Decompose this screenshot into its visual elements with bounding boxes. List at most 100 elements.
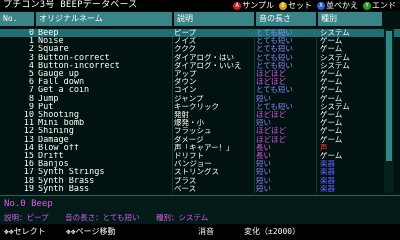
row-number: 0	[28, 29, 34, 38]
row-length: とても短い	[256, 53, 293, 62]
header-category[interactable]: 種別	[318, 12, 382, 26]
header-length[interactable]: 音の長さ	[256, 12, 316, 26]
detail-desc: 説明：ピープ	[4, 213, 49, 222]
row-category: 楽器	[320, 160, 335, 169]
row-number: 17	[23, 168, 34, 177]
table-row[interactable]: 9 Put キークリック とても短い システム	[0, 103, 400, 111]
table-row[interactable]: 17 Synth Strings ストリングス 短い 楽器	[0, 168, 400, 176]
row-desc: ストリングス	[174, 168, 219, 177]
row-category: 楽器	[320, 176, 335, 185]
row-length: ほどほど	[256, 135, 286, 144]
row-category: ゲーム	[320, 45, 343, 54]
table-row[interactable]: 8 Jump ジャンプ 短い ゲーム	[0, 95, 400, 103]
row-category: システム	[320, 29, 350, 37]
row-name: Beep	[38, 29, 59, 38]
header-desc[interactable]: 説明	[174, 12, 254, 26]
row-name: Button-correct	[38, 53, 110, 62]
row-name: Gauge up	[38, 70, 79, 79]
detail-category: 種別：システム	[156, 213, 209, 222]
row-number: 18	[23, 176, 34, 185]
header-no[interactable]: No.	[0, 12, 34, 26]
table-row[interactable]: 18 Synth Brass ブラス 短い 楽器	[0, 177, 400, 185]
row-desc: フラッシュ	[174, 127, 212, 136]
footer-hints: ✥✥セレクト ✥✥ページ移動 消音 変化（±2000）	[0, 224, 400, 240]
table-row[interactable]: 6 Fall down ダウン ほどほど ゲーム	[0, 78, 400, 86]
row-length: 長い	[256, 143, 271, 152]
button-x-icon: X	[317, 1, 325, 10]
table-row[interactable]: 10 Shooting 発射 ほどほど ゲーム	[0, 111, 400, 119]
row-category: 楽器	[320, 184, 335, 193]
row-name: Square	[38, 45, 69, 54]
row-length: ほどほど	[256, 111, 286, 119]
row-desc: ダウン	[174, 78, 197, 87]
row-desc: ピープ	[174, 29, 197, 37]
row-category: ゲーム	[320, 70, 343, 78]
hint-b: B セット	[279, 1, 312, 10]
row-number: 10	[23, 111, 34, 120]
table-row[interactable]: 14 Blow off 声「キャアー！」 長い 声	[0, 144, 400, 152]
table-row[interactable]: 1 Noise ノイズ とても短い ゲーム	[0, 37, 400, 45]
row-length: ほどほど	[256, 78, 286, 87]
row-number: 13	[23, 135, 34, 144]
row-desc: 爆発・小	[174, 119, 204, 128]
row-name: Drift	[38, 152, 64, 161]
row-desc: ベース	[174, 184, 197, 193]
table-row[interactable]: 2 Square ククク とても短い ゲーム	[0, 45, 400, 53]
row-desc: ブラス	[174, 176, 197, 185]
row-desc: ダメージ	[174, 135, 204, 144]
row-length: とても短い	[256, 45, 293, 54]
row-category: システム	[320, 53, 350, 62]
row-category: システム	[320, 61, 350, 70]
detail-info: 説明：ピープ 音の長さ：とても短い 種別：システム	[4, 212, 220, 223]
table-row[interactable]: 4 Button-incorrect ダイアログ・いいえ とても短い システム	[0, 62, 400, 70]
row-name: Noise	[38, 37, 64, 46]
button-b-icon: B	[279, 1, 287, 10]
row-category: ゲーム	[320, 119, 343, 128]
row-desc: バンジョー	[174, 160, 212, 169]
page-hint: ✥✥ページ移動	[66, 227, 116, 236]
row-number: 4	[28, 61, 34, 70]
row-desc: ククク	[174, 45, 196, 54]
table-row[interactable]: 19 Synth Bass ベース 短い 楽器	[0, 185, 400, 193]
table-row[interactable]: 16 Banjos バンジョー 短い 楽器	[0, 160, 400, 168]
mute-hint: 消音	[198, 227, 214, 236]
table-row[interactable]: 7 Get a coin コイン とても短い ゲーム	[0, 86, 400, 94]
row-number: 5	[28, 70, 34, 79]
scrollbar[interactable]	[384, 29, 394, 193]
row-number: 3	[28, 53, 34, 62]
row-number: 1	[28, 37, 34, 46]
table-row[interactable]: 5 Gauge up アップ ほどほど ゲーム	[0, 70, 400, 78]
table-row[interactable]: 15 Drift ドリフト 長い ゲーム	[0, 152, 400, 160]
table-row[interactable]: 12 Shining フラッシュ ほどほど ゲーム	[0, 127, 400, 135]
row-desc: アップ	[174, 70, 197, 78]
row-category: 楽器	[320, 168, 335, 177]
row-number: 2	[28, 45, 34, 54]
scrollbar-thumb[interactable]	[386, 31, 392, 161]
row-number: 11	[23, 119, 34, 128]
row-name: Fall down	[38, 78, 85, 87]
title-bar: プチコン3号 BEEPデータベース A サンプル B セット X 並べかえ Y エンド	[0, 0, 400, 11]
button-hints: A サンプル B セット X 並べかえ Y エンド	[228, 0, 396, 11]
row-name: Synth Brass	[38, 176, 95, 185]
row-category: ゲーム	[320, 86, 343, 95]
button-a-icon: A	[233, 1, 242, 10]
hint-y: Y エンド	[363, 1, 396, 10]
detail-headline: No.0 Beep	[4, 199, 53, 209]
hint-label: 並べかえ	[326, 1, 358, 10]
row-length: とても短い	[256, 102, 293, 111]
table-row[interactable]: 11 Mini bomb 爆発・小 短い ゲーム	[0, 119, 400, 127]
row-desc: キークリック	[174, 102, 219, 111]
button-y-icon: Y	[363, 1, 371, 10]
row-length: ほどほど	[256, 70, 286, 78]
row-desc: ジャンプ	[174, 94, 204, 103]
row-number: 9	[28, 102, 34, 111]
row-desc: ノイズ	[174, 37, 197, 46]
table-row[interactable]: 3 Button-correct ダイアログ・はい とても短い システム	[0, 54, 400, 62]
hint-a: A サンプル	[233, 1, 274, 10]
header-name[interactable]: オリジナルネーム	[36, 12, 172, 26]
table-row[interactable]: 13 Damage ダメージ ほどほど ゲーム	[0, 136, 400, 144]
row-category: ゲーム	[320, 127, 343, 136]
row-category: ゲーム	[320, 111, 343, 119]
table-row[interactable]: 0 Beep ピープ とても短い システム	[0, 29, 400, 37]
row-length: 長い	[256, 152, 271, 160]
